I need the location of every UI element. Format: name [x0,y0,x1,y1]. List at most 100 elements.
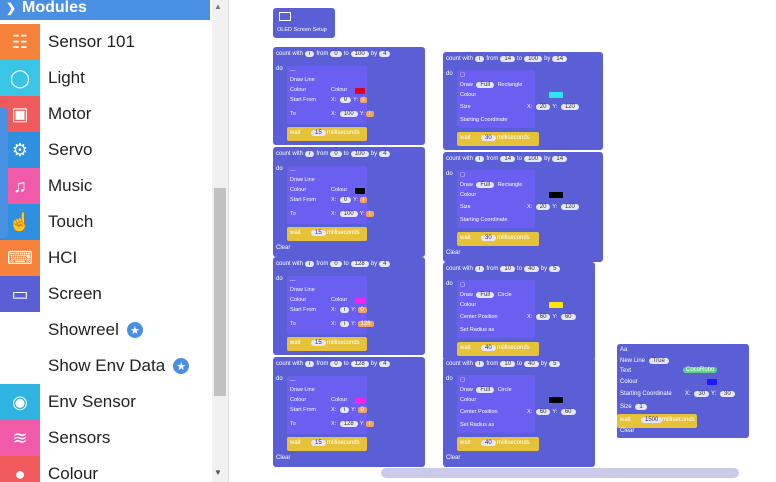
sidebar-scroll-thumb[interactable] [214,188,226,396]
line-icon: — [290,168,296,174]
wait-block[interactable]: wait 15 milliseconds [287,127,367,141]
count-loop-block[interactable]: count with i from 14 to 100 by 14 do ▢ Draw Full R… [443,52,603,150]
loop-header: count with i from 10 to 40 by 5 [446,266,562,272]
count-loop-block[interactable]: count with i from 0 to 100 by 4 do — Draw Line Colo… [273,47,425,145]
colour-swatch[interactable] [549,92,563,98]
do-label: do [446,171,453,177]
colour-swatch[interactable] [549,192,563,198]
sidebar-item-label: Light [48,68,85,87]
colour-swatch[interactable] [355,398,365,404]
sidebar-item-label: Show Env Data [48,356,166,375]
clear-block[interactable]: Clear [617,428,642,438]
count-loop-block[interactable]: count with i from 0 to 128 by 4 do — Draw Line Colo… [273,257,425,355]
coord-inputs[interactable]: X: 20 Y: 120 [527,204,581,210]
sidebar-item-show-env-data[interactable]: Show Env Data ★ [0,348,210,384]
wait-block[interactable]: wait 15 milliseconds [287,437,367,451]
colour-swatch[interactable] [549,302,563,308]
colour-picker[interactable]: Colour [331,297,347,303]
sidebar-item-sensor-101[interactable]: ☷ Sensor 101 [0,24,210,60]
sidebar-item-music[interactable]: ♫ Music [0,168,210,204]
start-x[interactable]: X: i Y: 0 [331,307,367,313]
colour-swatch[interactable] [355,298,365,304]
clear-block[interactable]: Clear [273,245,298,255]
end-x[interactable]: X: 128 Y: i [331,421,374,427]
start-x[interactable]: X: i Y: 0 [331,407,367,413]
colour-picker[interactable]: Colour [331,87,347,93]
end-x[interactable]: X: 100 Y: i [331,211,374,217]
text-value[interactable]: CocoRobo [683,367,718,373]
oled-setup-block[interactable]: OLED Screen Setup [273,8,335,38]
count-loop-block[interactable]: count with i from 10 to 40 by 5 do ▢ Draw Full Cir… [443,357,595,467]
clear-block[interactable]: Clear [443,455,468,465]
sidebar-item-screen[interactable]: ▭ Screen [0,276,210,312]
line-icon: — [290,378,296,384]
wait-block[interactable]: wait 40 milliseconds [457,437,539,451]
category-spacer [0,312,40,348]
draw-line-block[interactable]: — Draw Line Colour Start From To Colour X: i Y:… [287,276,374,334]
wait-block[interactable]: wait 15 milliseconds [287,227,367,241]
count-loop-block[interactable]: count with i from 0 to 128 by 4 do — Draw Line Colo… [273,357,425,467]
modules-header[interactable]: ❯ Modules [0,0,210,20]
block-title: Draw Full Rectangle [460,182,523,188]
wait-block[interactable]: wait 15 milliseconds [287,337,367,351]
colour-picker[interactable]: Colour [331,187,347,193]
colour-label: Colour [460,302,477,308]
collapse-tab[interactable] [0,108,8,238]
workspace-horizontal-scrollbar[interactable] [381,468,739,478]
shape-icon: ▢ [460,72,466,78]
draw-line-block[interactable]: — Draw Line Colour Start From To Colour X: 0 Y:… [287,66,374,124]
to-label: To [290,321,296,327]
colour-swatch[interactable] [707,379,717,385]
do-label: do [446,281,453,287]
colour-label: Colour [460,397,477,403]
clear-block[interactable]: Clear [273,455,298,465]
wait-block[interactable]: wait 40 milliseconds [457,342,539,356]
wait-block[interactable]: wait 1500 milliseconds [617,414,697,428]
end-x[interactable]: X: i Y: 128 [331,321,374,327]
colour-swatch[interactable] [549,397,563,403]
sidebar-item-motor[interactable]: ▣ Motor [0,96,210,132]
loop-header: count with i from 0 to 100 by 4 [276,151,392,157]
sidebar-item-servo[interactable]: ⚙ Servo [0,132,210,168]
sidebar-item-light[interactable]: ◯ Light [0,60,210,96]
line-icon: — [290,278,296,284]
colour-swatch[interactable] [355,188,365,194]
clear-block[interactable]: Clear [443,250,468,260]
sidebar-item-env-sensor[interactable]: ◉ Env Sensor [0,384,210,420]
count-loop-block[interactable]: count with i from 0 to 100 by 4 do — Draw Line Colo… [273,147,425,257]
block-title: Draw Full Circle [460,387,512,393]
sidebar-item-label: Touch [48,212,94,231]
start-coords[interactable]: X: 30 Y: 30 [685,391,737,397]
end-x[interactable]: X: 100 Y: i [331,111,374,117]
colour-picker[interactable]: Colour [331,397,347,403]
star-badge-icon: ★ [173,358,190,374]
sidebar-item-showreel[interactable]: Showreel ★ [0,312,210,348]
scroll-up-arrow[interactable]: ▲ [214,2,222,11]
sidebar-item-hci[interactable]: ⌨ HCI [0,240,210,276]
draw-shape-block[interactable]: ▢ Draw Full Rectangle Colour Size Starting C… [457,170,579,228]
sidebar-item-label: Sensor 101 [48,32,135,51]
sidebar-item-sensors[interactable]: ≋ Sensors [0,420,210,456]
draw-shape-block[interactable]: ▢ Draw Full Circle Colour Center Position Se… [457,280,576,338]
draw-shape-block[interactable]: ▢ Draw Full Circle Colour Center Position Se… [457,375,576,433]
wait-block[interactable]: wait 30 milliseconds [457,232,539,246]
count-loop-block[interactable]: count with i from 10 to 40 by 5 do ▢ Draw Full Cir… [443,262,595,360]
start-label: Start From [290,97,316,103]
scroll-down-arrow[interactable]: ▼ [214,468,222,477]
sensor-tree-icon: ☷ [0,24,40,60]
sidebar-item-label: Colour [48,464,99,482]
draw-text-block[interactable]: Aa New Line True Text CocoRobo Colour Startin… [617,344,749,438]
draw-line-block[interactable]: — Draw Line Colour Start From To Colour X: 0 Y:… [287,166,374,224]
coord-inputs[interactable]: X: 60 Y: 60 [527,409,578,415]
sidebar-item-colour[interactable]: ● Colour [0,456,210,482]
draw-line-block[interactable]: — Draw Line Colour Start From To Colour X: i Y:… [287,376,374,434]
colour-swatch[interactable] [355,88,365,94]
sidebar-item-touch[interactable]: ☝ Touch [0,204,210,240]
coord-inputs[interactable]: X: 60 Y: 60 [527,314,578,320]
count-loop-block[interactable]: count with i from 14 to 100 by 14 do ▢ Draw Full R… [443,152,603,262]
draw-shape-block[interactable]: ▢ Draw Full Rectangle Colour Size Starting C… [457,70,579,128]
start-x[interactable]: X: 0 Y: i [331,97,367,103]
start-x[interactable]: X: 0 Y: i [331,197,367,203]
coord-inputs[interactable]: X: 20 Y: 120 [527,104,581,110]
wait-block[interactable]: wait 30 milliseconds [457,132,539,146]
